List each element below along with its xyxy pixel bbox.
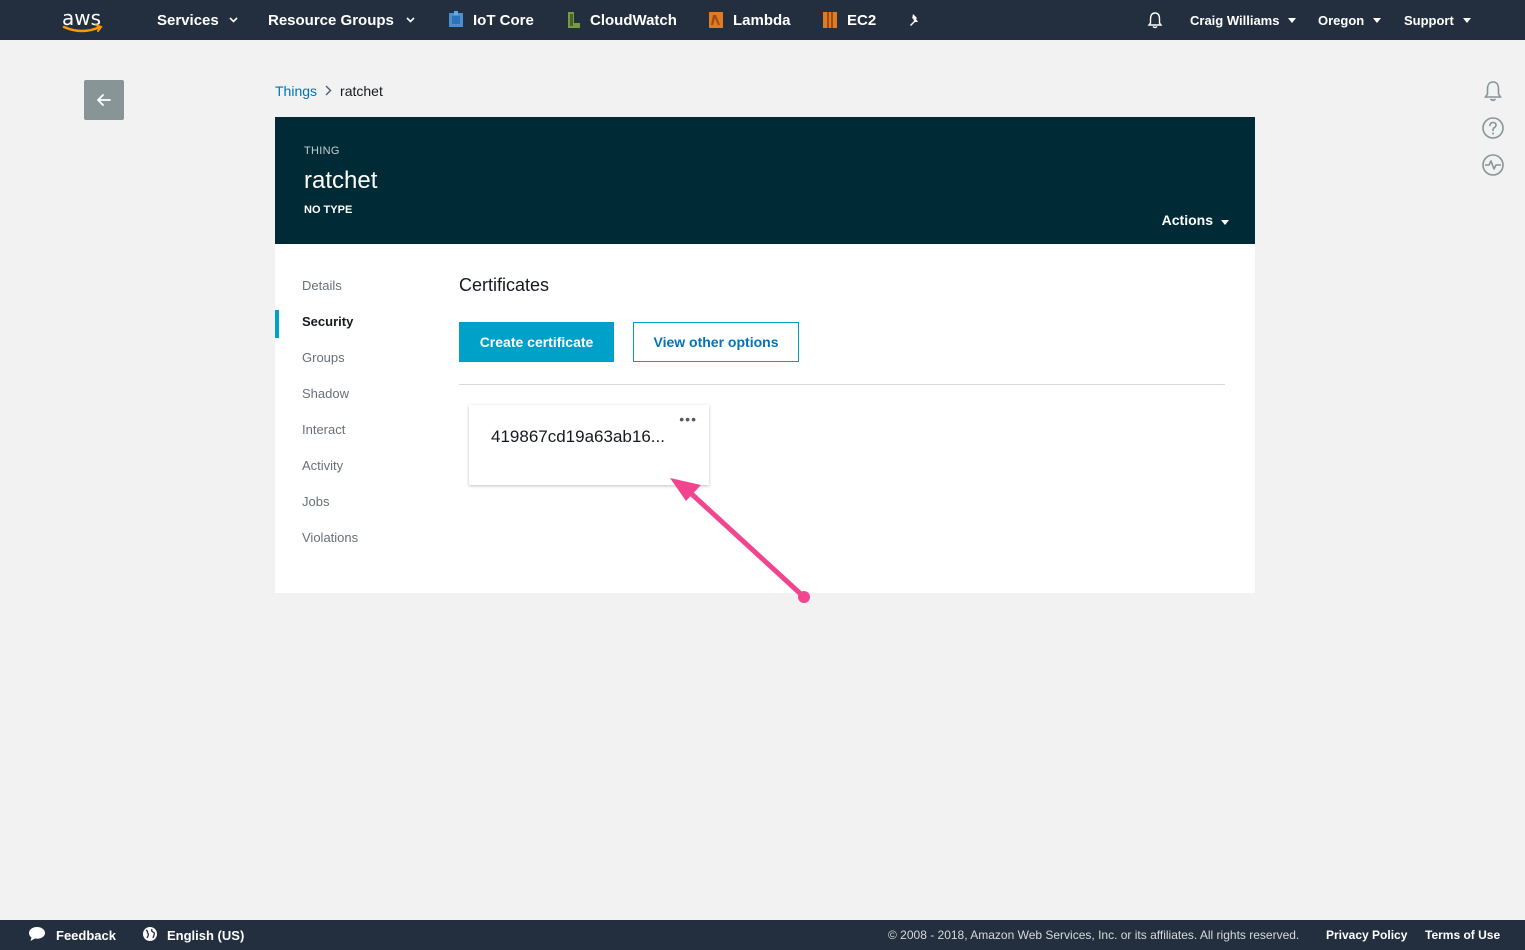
actions-menu[interactable]: Actions — [1162, 212, 1229, 228]
caret-down-icon — [1462, 17, 1471, 23]
side-nav-activity[interactable]: Activity — [275, 448, 425, 484]
aws-smile-icon — [62, 24, 103, 33]
feedback-label: Feedback — [56, 927, 116, 943]
caret-down-icon — [1373, 17, 1382, 23]
copyright-text: © 2008 - 2018, Amazon Web Services, Inc.… — [888, 928, 1300, 942]
lambda-icon — [708, 11, 724, 29]
resource-groups-menu[interactable]: Resource Groups — [268, 0, 415, 40]
create-certificate-button[interactable]: Create certificate — [459, 322, 614, 362]
speech-bubble-icon — [28, 926, 46, 945]
side-nav-interact[interactable]: Interact — [275, 412, 425, 448]
user-name: Craig Williams — [1190, 12, 1280, 28]
support-menu[interactable]: Support — [1404, 0, 1471, 40]
breadcrumb-things-link[interactable]: Things — [275, 83, 317, 99]
iot-core-label: IoT Core — [473, 11, 534, 29]
globe-icon — [142, 926, 158, 945]
iot-core-shortcut[interactable]: IoT Core — [448, 0, 534, 40]
side-nav-jobs[interactable]: Jobs — [275, 484, 425, 520]
chevron-right-icon — [325, 83, 332, 99]
page-title: ratchet — [304, 167, 378, 194]
side-nav-violations[interactable]: Violations — [275, 520, 425, 556]
bell-icon[interactable] — [1146, 0, 1164, 40]
breadcrumb-current: ratchet — [340, 83, 383, 99]
terms-of-use-link[interactable]: Terms of Use — [1425, 920, 1500, 950]
privacy-policy-link[interactable]: Privacy Policy — [1326, 920, 1407, 950]
cloudwatch-shortcut[interactable]: CloudWatch — [565, 0, 677, 40]
side-nav-shadow[interactable]: Shadow — [275, 376, 425, 412]
cloudwatch-label: CloudWatch — [590, 11, 677, 29]
lambda-shortcut[interactable]: Lambda — [708, 0, 791, 40]
support-label: Support — [1404, 12, 1454, 28]
lambda-label: Lambda — [733, 11, 791, 29]
thing-label: THING — [304, 145, 340, 157]
chevron-down-icon — [229, 17, 238, 23]
thing-type: NO TYPE — [304, 204, 353, 216]
section-title: Certificates — [459, 275, 550, 295]
language-selector[interactable]: English (US) — [142, 920, 244, 950]
chevron-down-icon — [406, 17, 415, 23]
caret-down-icon — [1221, 212, 1229, 228]
iot-core-icon — [448, 11, 464, 29]
feedback-link[interactable]: Feedback — [28, 920, 116, 950]
thing-header: THING ratchet NO TYPE Actions — [275, 117, 1255, 244]
back-button[interactable] — [84, 80, 124, 120]
services-label: Services — [157, 11, 219, 29]
side-nav-security[interactable]: Security — [275, 304, 425, 340]
aws-logo[interactable]: aws — [60, 4, 106, 36]
activity-monitor-icon[interactable] — [1480, 152, 1506, 178]
ec2-icon — [822, 11, 838, 29]
ec2-shortcut[interactable]: EC2 — [822, 0, 876, 40]
services-menu[interactable]: Services — [157, 0, 238, 40]
arrow-left-icon — [97, 94, 111, 106]
notification-bell-icon[interactable] — [1480, 78, 1506, 104]
language-label: English (US) — [167, 927, 245, 943]
certificate-card[interactable]: 419867cd19a63ab16... ••• — [469, 405, 709, 485]
view-other-options-button[interactable]: View other options — [633, 322, 799, 362]
region-menu[interactable]: Oregon — [1318, 0, 1382, 40]
side-nav: Details Security Groups Shadow Interact … — [275, 268, 425, 556]
content-panel: Details Security Groups Shadow Interact … — [275, 244, 1255, 593]
user-menu[interactable]: Craig Williams — [1190, 0, 1297, 40]
caret-down-icon — [1288, 17, 1297, 23]
certificate-id: 419867cd19a63ab16... — [491, 427, 665, 446]
footer: Feedback English (US) © 2008 - 2018, Ama… — [0, 920, 1525, 950]
more-options-icon[interactable]: ••• — [679, 411, 697, 427]
side-nav-groups[interactable]: Groups — [275, 340, 425, 376]
divider — [459, 384, 1225, 385]
region-label: Oregon — [1318, 12, 1365, 28]
breadcrumb: Things ratchet — [275, 83, 383, 99]
side-nav-details[interactable]: Details — [275, 268, 425, 304]
top-nav: aws Services Resource Groups IoT Core Cl… — [0, 0, 1525, 40]
pin-icon[interactable] — [908, 0, 922, 40]
actions-label: Actions — [1161, 212, 1213, 228]
cloudwatch-icon — [565, 11, 581, 29]
ec2-label: EC2 — [847, 11, 877, 29]
resource-groups-label: Resource Groups — [268, 11, 394, 29]
help-icon[interactable] — [1480, 115, 1506, 141]
